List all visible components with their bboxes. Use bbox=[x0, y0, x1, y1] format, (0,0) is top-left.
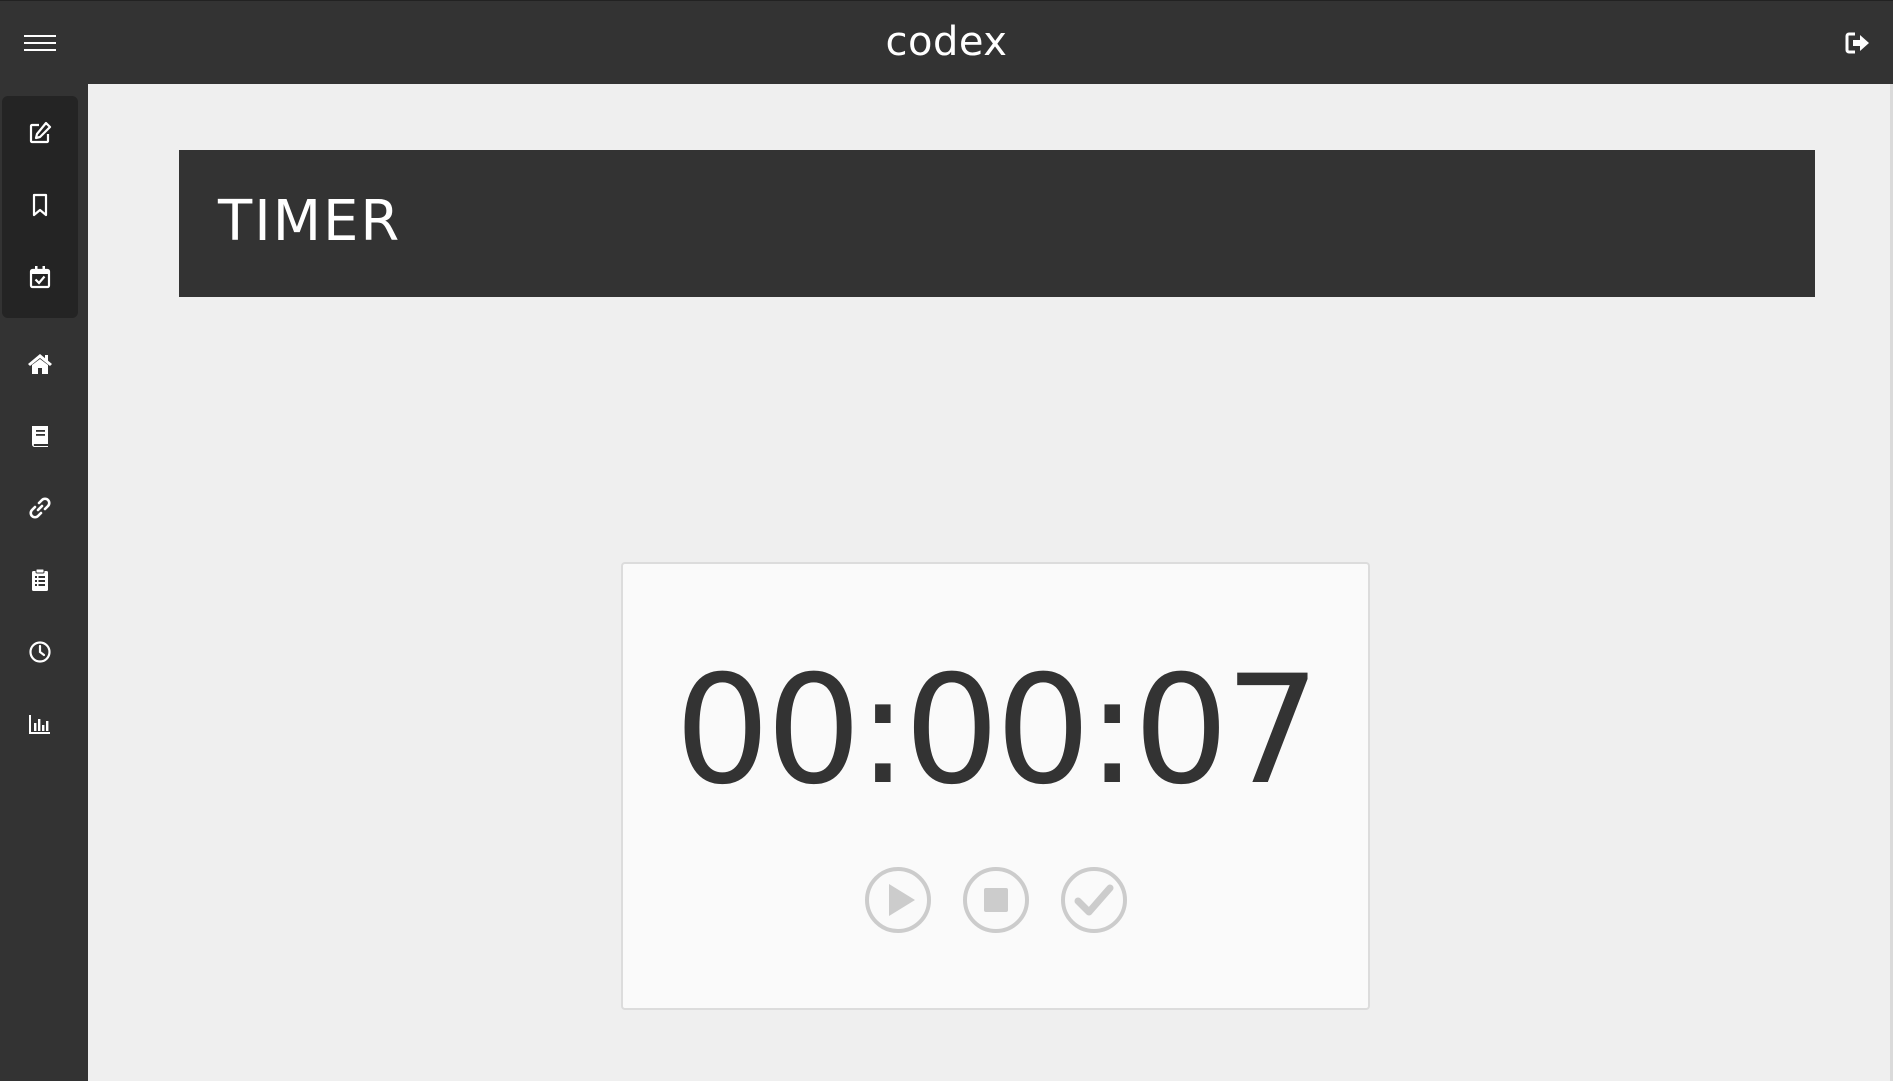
link-icon bbox=[29, 497, 51, 519]
top-navbar: codex bbox=[0, 0, 1893, 84]
play-button[interactable] bbox=[864, 866, 932, 934]
complete-button[interactable] bbox=[1060, 866, 1128, 934]
bar-chart-icon bbox=[29, 715, 50, 734]
sign-out-icon[interactable] bbox=[1845, 31, 1871, 55]
sidebar-item-bookmark[interactable] bbox=[0, 177, 80, 233]
sidebar-item-edit[interactable] bbox=[0, 105, 80, 161]
clock-icon bbox=[29, 641, 51, 663]
sidebar-item-calendar[interactable] bbox=[0, 249, 80, 305]
edit-icon bbox=[29, 121, 52, 144]
timer-controls bbox=[623, 866, 1368, 934]
main-content: TIMER 00:00:07 bbox=[88, 84, 1893, 1081]
timer-card: 00:00:07 bbox=[621, 562, 1370, 1010]
sidebar-item-link[interactable] bbox=[0, 480, 80, 536]
play-icon bbox=[864, 867, 931, 933]
bookmark-icon bbox=[32, 193, 48, 217]
page-header-banner: TIMER bbox=[179, 150, 1815, 297]
clipboard-icon bbox=[32, 568, 48, 591]
brand-logo: codex bbox=[885, 19, 1008, 65]
book-icon bbox=[31, 426, 48, 447]
check-icon bbox=[1060, 867, 1127, 933]
sidebar-item-book[interactable] bbox=[0, 408, 80, 464]
home-icon bbox=[28, 354, 52, 374]
sidebar-item-clipboard[interactable] bbox=[0, 552, 80, 608]
stop-button[interactable] bbox=[962, 866, 1030, 934]
stop-icon bbox=[962, 867, 1029, 933]
page-title: TIMER bbox=[218, 189, 402, 254]
sidebar-item-clock[interactable] bbox=[0, 624, 80, 680]
timer-display: 00:00:07 bbox=[674, 644, 1321, 818]
sidebar-item-home[interactable] bbox=[0, 336, 80, 392]
sidebar-item-stats[interactable] bbox=[0, 696, 80, 752]
sidebar bbox=[0, 84, 88, 1081]
calendar-check-icon bbox=[29, 266, 51, 289]
